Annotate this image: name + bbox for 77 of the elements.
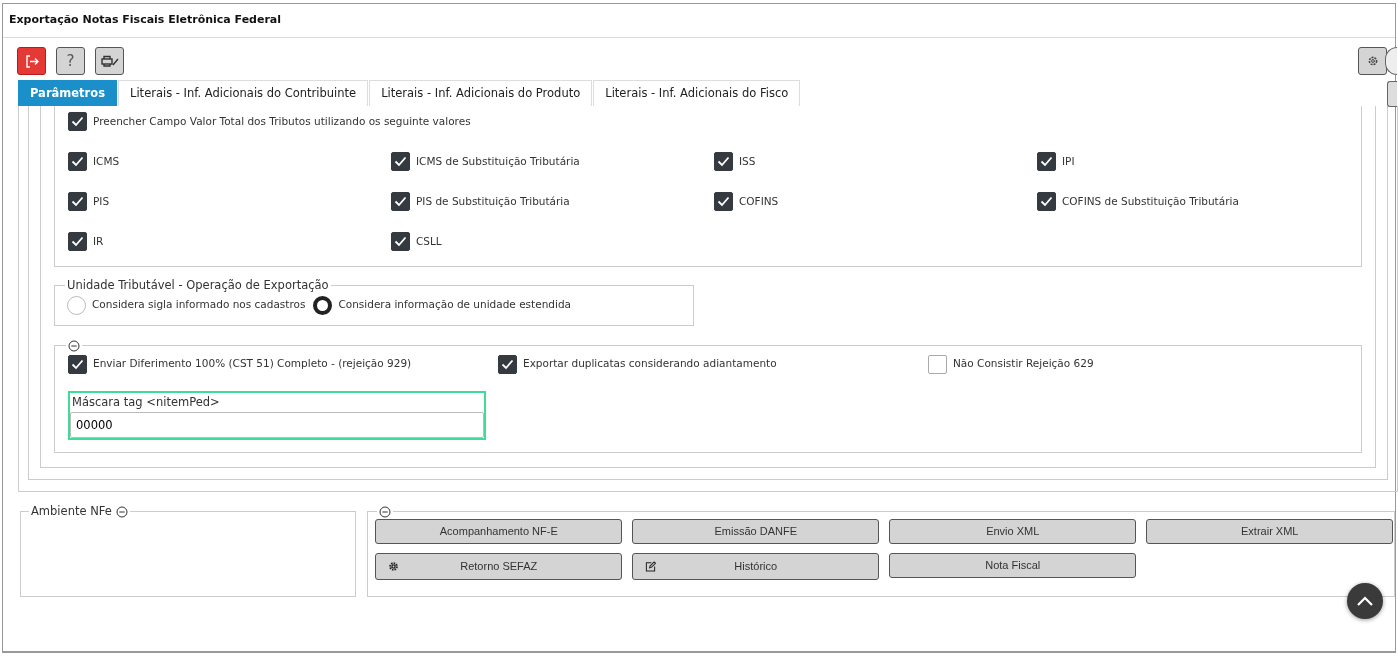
checkbox[interactable] xyxy=(68,232,87,251)
radio-label: Considera informação de unidade estendida xyxy=(338,297,571,313)
chevron-up-icon xyxy=(1356,595,1374,607)
checkbox-label: IR xyxy=(93,233,104,249)
checkbox[interactable] xyxy=(68,192,87,211)
action-button[interactable]: Retorno SEFAZ xyxy=(375,552,623,580)
checkbox[interactable] xyxy=(714,192,733,211)
checkbox-label: IPI xyxy=(1062,153,1075,169)
side-tab[interactable] xyxy=(1387,81,1397,107)
gear-icon xyxy=(388,560,400,572)
checkmark-icon xyxy=(717,156,730,167)
tab[interactable]: Literais - Inf. Adicionais do Contribuinte xyxy=(118,80,369,106)
collapse-icon[interactable] xyxy=(379,505,392,518)
checkbox[interactable] xyxy=(391,152,410,171)
action-button[interactable]: Extrair XML xyxy=(1146,518,1394,544)
mask-input[interactable]: 00000 xyxy=(70,411,484,438)
tab[interactable]: Literais - Inf. Adicionais do Produto xyxy=(369,80,593,106)
collapse-icon[interactable] xyxy=(115,505,128,518)
edit-icon xyxy=(645,560,657,572)
checkmark-icon xyxy=(71,358,84,370)
action-button[interactable]: Acompanhamento NF-E xyxy=(375,518,623,544)
window-title: Exportação Notas Fiscais Eletrônica Federal xyxy=(9,12,282,29)
checkbox[interactable] xyxy=(1037,192,1056,211)
checkbox-label: PIS xyxy=(93,193,110,209)
settings-icon xyxy=(1366,55,1379,67)
action-button[interactable]: Histórico xyxy=(632,552,880,580)
checkbox-label: ISS xyxy=(739,153,756,169)
exit-icon xyxy=(24,54,39,68)
field-label: Máscara tag <nitemPed> xyxy=(71,393,221,411)
checkmark-icon xyxy=(394,156,407,167)
checkmark-icon xyxy=(1040,196,1053,207)
action-button[interactable]: Emissão DANFE xyxy=(632,518,880,544)
checkbox-label: ICMS de Substituição Tributária xyxy=(416,153,580,169)
checkbox-label: COFINS xyxy=(739,193,779,209)
action-button[interactable]: Nota Fiscal xyxy=(889,552,1137,578)
checkbox-label: Preencher Campo Valor Total dos Tributos utilizando os seguinte valores xyxy=(93,113,471,129)
checkbox[interactable] xyxy=(68,152,87,171)
checkbox-label: Exportar duplicatas considerando adiantamento xyxy=(523,356,777,372)
checkbox[interactable] xyxy=(68,354,87,374)
print-settings-button[interactable] xyxy=(95,47,124,75)
checkmark-icon xyxy=(501,358,514,370)
checkbox[interactable] xyxy=(391,192,410,211)
checkbox-label: COFINS de Substituição Tributária xyxy=(1062,193,1239,209)
checkmark-icon xyxy=(717,196,730,207)
checkbox-label: Não Consistir Rejeição 629 xyxy=(953,356,1094,372)
group-legend: Unidade Tributável - Operação de Exportação xyxy=(65,280,331,292)
checkbox-label: CSLL xyxy=(416,233,442,249)
radio-button[interactable] xyxy=(313,295,333,315)
collapse-icon[interactable] xyxy=(68,339,80,352)
printer-wrench-icon xyxy=(100,55,119,67)
group-legend: Ambiente NFe xyxy=(31,506,112,518)
checkmark-icon xyxy=(1040,156,1053,167)
scroll-to-top-button[interactable] xyxy=(1347,583,1383,619)
checkbox[interactable] xyxy=(391,232,410,251)
checkbox[interactable] xyxy=(1037,152,1056,171)
checkmark-icon xyxy=(71,196,84,207)
checkmark-icon xyxy=(71,156,84,167)
radio-button[interactable] xyxy=(67,295,86,315)
tab[interactable]: Literais - Inf. Adicionais do Fisco xyxy=(593,80,801,106)
action-button[interactable]: Envio XML xyxy=(889,518,1137,544)
radio-label: Considera sigla informado nos cadastros xyxy=(92,297,306,313)
checkmark-icon xyxy=(394,236,407,247)
tab[interactable]: Parâmetros xyxy=(18,80,117,106)
checkmark-icon xyxy=(394,196,407,207)
checkbox-label: ICMS xyxy=(93,153,120,169)
exit-button[interactable] xyxy=(17,47,46,75)
side-handle[interactable] xyxy=(1385,47,1397,75)
checkmark-icon xyxy=(71,236,84,247)
settings-button[interactable] xyxy=(1358,47,1387,75)
checkmark-icon xyxy=(71,116,84,127)
checkbox-label: Enviar Diferimento 100% (CST 51) Completo - (rejeição 929) xyxy=(93,356,412,372)
checkbox-label: PIS de Substituição Tributária xyxy=(416,193,570,209)
checkbox[interactable] xyxy=(714,152,733,171)
checkbox[interactable] xyxy=(68,112,87,131)
checkbox[interactable] xyxy=(928,354,947,374)
checkbox[interactable] xyxy=(498,354,517,374)
help-button[interactable]: ? xyxy=(56,47,85,75)
